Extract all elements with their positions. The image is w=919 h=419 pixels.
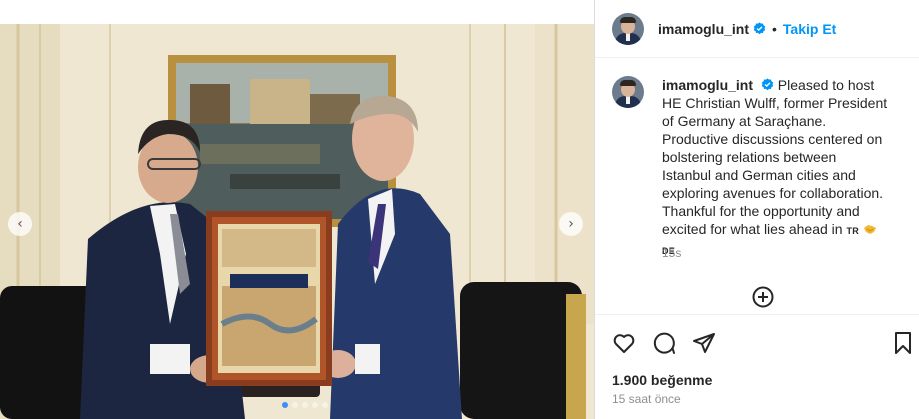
separator: • <box>772 20 777 37</box>
post-header: imamoglu_int • Takip Et <box>595 0 919 58</box>
caption-avatar[interactable] <box>612 76 644 108</box>
post-actions <box>595 314 919 366</box>
handshake-icon <box>863 225 876 234</box>
carousel-dot <box>302 402 308 408</box>
verified-icon <box>761 78 774 91</box>
caption-username[interactable]: imamoglu_int <box>662 77 753 93</box>
post-photo[interactable]: ‹ › <box>0 24 594 419</box>
carousel-dot <box>282 402 288 408</box>
post-timestamp: 15 saat önce <box>612 392 681 406</box>
add-comment-icon[interactable] <box>752 286 774 308</box>
follow-button[interactable]: Takip Et <box>783 21 836 37</box>
flag-tr: TR <box>846 226 860 236</box>
heart-icon[interactable] <box>612 331 636 355</box>
carousel-dot <box>312 402 318 408</box>
comment-icon[interactable] <box>652 331 676 355</box>
caption-body: Pleased to host HE Christian Wulff, form… <box>662 77 888 237</box>
caption: imamoglu_int Pleased to host HE Christia… <box>612 76 912 260</box>
carousel-dot <box>292 402 298 408</box>
post-side-panel: imamoglu_int • Takip Et imamoglu_int Ple… <box>594 0 919 419</box>
instagram-post: ‹ › imamoglu_int • Takip Et imamoglu_int… <box>0 0 919 419</box>
bookmark-icon[interactable] <box>891 331 915 355</box>
avatar[interactable] <box>612 12 644 45</box>
caption-text: imamoglu_int Pleased to host HE Christia… <box>662 76 888 260</box>
carousel-dot <box>322 402 328 408</box>
likes-count[interactable]: 1.900 beğenme <box>612 372 712 388</box>
carousel-prev-button[interactable]: ‹ <box>8 212 32 236</box>
carousel-indicator <box>282 402 328 408</box>
verified-icon <box>753 22 766 35</box>
username-link[interactable]: imamoglu_int <box>658 21 749 37</box>
caption-timestamp: 15s <box>662 246 682 260</box>
share-icon[interactable] <box>692 331 716 355</box>
carousel-next-button[interactable]: › <box>559 212 583 236</box>
post-photo-panel: ‹ › <box>0 0 594 419</box>
